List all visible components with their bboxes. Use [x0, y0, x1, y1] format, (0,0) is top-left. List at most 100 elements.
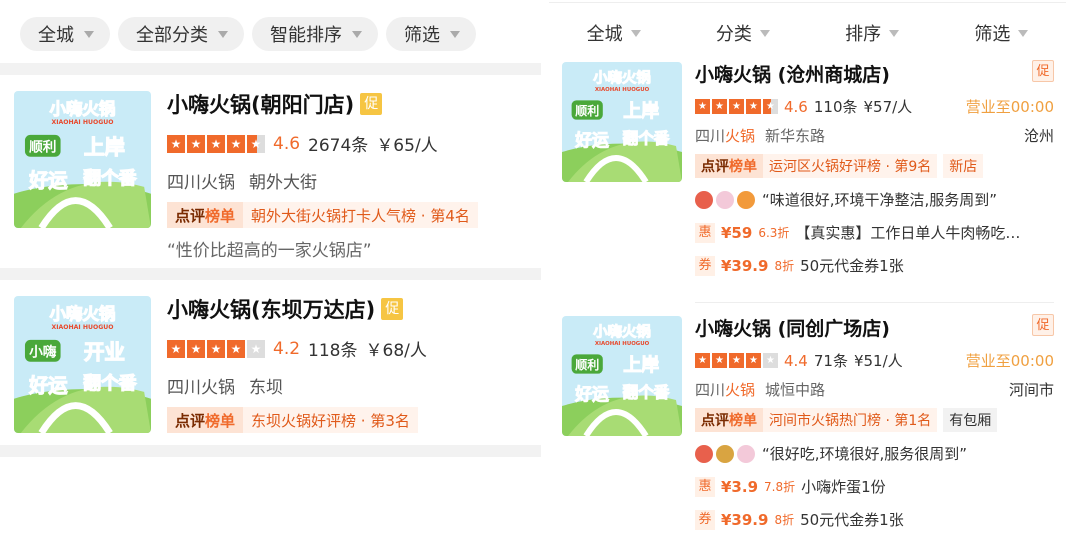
caret-down-icon	[1018, 29, 1029, 37]
rating-stars: ★ ★ ★ ★ ★	[695, 353, 778, 368]
shop-title[interactable]: 小嗨火锅(东坝万达店) 促	[167, 294, 531, 324]
svg-text:顺利: 顺利	[575, 103, 599, 118]
shop-info: 小嗨火锅 (同创广场店) 促 ★ ★ ★ ★ ★ 4.4 71条 ¥51/人 营业至00:00 四川火…	[695, 314, 1054, 549]
ranking-tag: 点评 榜单	[695, 408, 763, 432]
right-panel: 全城 分类 排序 筛选 小嗨火锅 XIAOHAI HUOGUO 顺利 上岸 好运 翻个番 小嗨火锅…	[549, 0, 1066, 559]
deal-price: ¥3.9	[721, 477, 759, 496]
shop-name[interactable]: 小嗨火锅(东坝万达店)	[167, 294, 375, 324]
deal-row[interactable]: 券 ¥39.9 8折 50元代金券1张	[695, 509, 1054, 530]
category-prefix: 四川	[695, 127, 726, 145]
review-snippet[interactable]: “很好吃,环境很好,服务很周到”	[695, 443, 1054, 464]
deal-type-badge: 惠	[695, 222, 715, 243]
svg-text:好运: 好运	[28, 374, 68, 397]
street: 新华东路	[765, 127, 826, 145]
ranking-text: 东坝火锅好评榜 · 第3名	[243, 407, 418, 433]
ranking-badge[interactable]: 点评 榜单 朝外大街火锅打卡人气榜 · 第4名	[167, 202, 478, 228]
review-snippet[interactable]: “味道很好,环境干净整洁,服务周到”	[695, 189, 1054, 210]
star-icon: ★	[729, 99, 744, 114]
tab-label: 排序	[845, 24, 882, 45]
tab-label: 筛选	[974, 24, 1011, 45]
shop-thumbnail[interactable]: 小嗨火锅 XIAOHAI HUOGUO 小嗨 开业 好运 翻个番	[14, 296, 151, 433]
deal-discount: 8折	[774, 259, 795, 273]
rating-stars: ★ ★ ★ ★ ★	[167, 339, 265, 358]
shop-title[interactable]: 小嗨火锅(朝阳门店) 促	[167, 89, 531, 119]
star-icon: ★	[207, 134, 225, 153]
svg-text:XIAOHAI HUOGUO: XIAOHAI HUOGUO	[51, 119, 113, 126]
star-icon: ★	[247, 134, 265, 153]
svg-text:翻个番: 翻个番	[623, 383, 670, 402]
star-icon: ★	[227, 339, 245, 358]
caret-down-icon	[759, 29, 770, 37]
tab-screen[interactable]: 筛选	[974, 20, 1029, 46]
svg-text:XIAOHAI HUOGUO: XIAOHAI HUOGUO	[51, 324, 113, 331]
star-icon: ★	[712, 99, 727, 114]
deal-row[interactable]: 券 ¥39.9 8折 50元代金券1张	[695, 255, 1054, 276]
filter-label: 筛选	[404, 25, 440, 46]
filter-bar: 全城 全部分类 智能排序 筛选	[20, 17, 476, 51]
ranking-badge[interactable]: 点评 榜单 东坝火锅好评榜 · 第3名	[167, 407, 418, 433]
star-icon: ★	[729, 353, 744, 368]
star-icon: ★	[746, 353, 761, 368]
svg-text:小嗨火锅: 小嗨火锅	[50, 304, 116, 323]
category-row: 四川火锅 朝外大街	[167, 168, 531, 193]
avatar-icon	[716, 190, 734, 209]
deal-text: 50元代金券1张	[800, 511, 904, 529]
shop-card[interactable]: 小嗨火锅 XIAOHAI HUOGUO 顺利 上岸 好运 翻个番 小嗨火锅 (同创广场店) 促…	[549, 314, 1066, 549]
rating-score: 4.4	[784, 351, 808, 370]
category-highlight: 火锅	[725, 381, 756, 399]
deal-type-badge: 券	[695, 509, 715, 530]
shop-thumbnail[interactable]: 小嗨火锅 XIAOHAI HUOGUO 顺利 上岸 好运 翻个番	[14, 91, 151, 228]
svg-text:上岸: 上岸	[623, 100, 659, 122]
deal-price: ¥59	[721, 223, 753, 242]
deal-discount: 8折	[774, 513, 795, 527]
ranking-badge[interactable]: 点评 榜单 河间市火锅热门榜 · 第1名 有包厢	[695, 408, 998, 432]
category-row: 四川火锅 新华东路 沧州	[695, 125, 1054, 146]
review-count: 71条	[813, 352, 848, 370]
deal-row[interactable]: 惠 ¥59 6.3折 【真实惠】工作日单人牛肉畅吃…	[695, 222, 1054, 243]
caret-down-icon	[889, 29, 900, 37]
ranking-badge[interactable]: 点评 榜单 运河区火锅好评榜 · 第9名 新店	[695, 154, 984, 178]
shop-card[interactable]: 小嗨火锅 XIAOHAI HUOGUO 顺利 上岸 好运 翻个番 小嗨火锅 (沧州商城店) 促…	[549, 60, 1066, 295]
shop-info: 小嗨火锅(东坝万达店) 促 ★ ★ ★ ★ ★ 4.2 118条 ￥68/人 四川火锅 东坝 点评 榜单东…	[167, 294, 531, 433]
rating-score: 4.2	[273, 338, 301, 359]
shop-name[interactable]: 小嗨火锅(朝阳门店)	[167, 89, 354, 119]
tab-city[interactable]: 全城	[587, 20, 641, 46]
review-text: “很好吃,环境很好,服务很周到”	[762, 445, 968, 463]
tab-category[interactable]: 分类	[716, 20, 770, 46]
feature-tag: 有包厢	[943, 408, 998, 432]
business-hours: 营业至00:00	[965, 98, 1054, 116]
city: 河间市	[1008, 381, 1054, 399]
shop-thumbnail[interactable]: 小嗨火锅 XIAOHAI HUOGUO 顺利 上岸 好运 翻个番	[562, 62, 682, 182]
top-border	[549, 2, 1066, 3]
tab-sort[interactable]: 排序	[845, 20, 900, 46]
area: 东坝	[249, 378, 283, 398]
shop-thumbnail-image: 小嗨火锅XIAOHAI HUOGUO 顺利 上岸好运 翻个番	[14, 91, 151, 228]
category: 四川火锅	[167, 378, 235, 398]
shop-info: 小嗨火锅 (沧州商城店) 促 ★ ★ ★ ★ ★ 4.6 110条 ¥57/人 营业至00:00 四川…	[695, 60, 1054, 295]
city: 沧州	[1023, 127, 1054, 145]
rating-stars: ★ ★ ★ ★ ★	[167, 134, 265, 153]
star-icon: ★	[247, 339, 265, 358]
svg-text:上岸: 上岸	[84, 135, 125, 159]
section-separator	[0, 445, 541, 457]
shop-card[interactable]: 小嗨火锅 XIAOHAI HUOGUO 顺利 上岸 好运 翻个番 小嗨火锅(朝阳门店) 促 ★ ★…	[0, 75, 541, 275]
section-separator	[0, 63, 541, 75]
review-text: “味道很好,环境干净整洁,服务周到”	[762, 191, 998, 209]
review-count: 110条	[813, 98, 858, 116]
filter-tabs: 全城 分类 排序 筛选	[549, 20, 1066, 46]
filter-screen-chip[interactable]: 筛选	[386, 17, 476, 51]
deal-row[interactable]: 惠 ¥3.9 7.8折 小嗨炸蛋1份	[695, 476, 1054, 497]
filter-sort-chip[interactable]: 智能排序	[252, 17, 378, 51]
shop-thumbnail-image: 小嗨火锅XIAOHAI HUOGUO 顺利 上岸好运 翻个番	[562, 316, 682, 436]
svg-text:顺利: 顺利	[575, 357, 599, 372]
shop-name[interactable]: 小嗨火锅 (沧州商城店)	[695, 60, 1054, 87]
star-icon: ★	[207, 339, 225, 358]
shop-info: 小嗨火锅(朝阳门店) 促 ★ ★ ★ ★ ★ 4.6 2674条 ￥65/人 四川火锅 朝外大街 点评榜…	[167, 89, 531, 261]
filter-city-chip[interactable]: 全城	[20, 17, 110, 51]
promo-badge: 促	[360, 93, 383, 115]
filter-category-chip[interactable]: 全部分类	[118, 17, 244, 51]
shop-name[interactable]: 小嗨火锅 (同创广场店)	[695, 314, 1054, 341]
shop-thumbnail[interactable]: 小嗨火锅 XIAOHAI HUOGUO 顺利 上岸 好运 翻个番	[562, 316, 682, 436]
deal-text: 50元代金券1张	[800, 257, 904, 275]
svg-text:小嗨火锅: 小嗨火锅	[593, 68, 651, 86]
